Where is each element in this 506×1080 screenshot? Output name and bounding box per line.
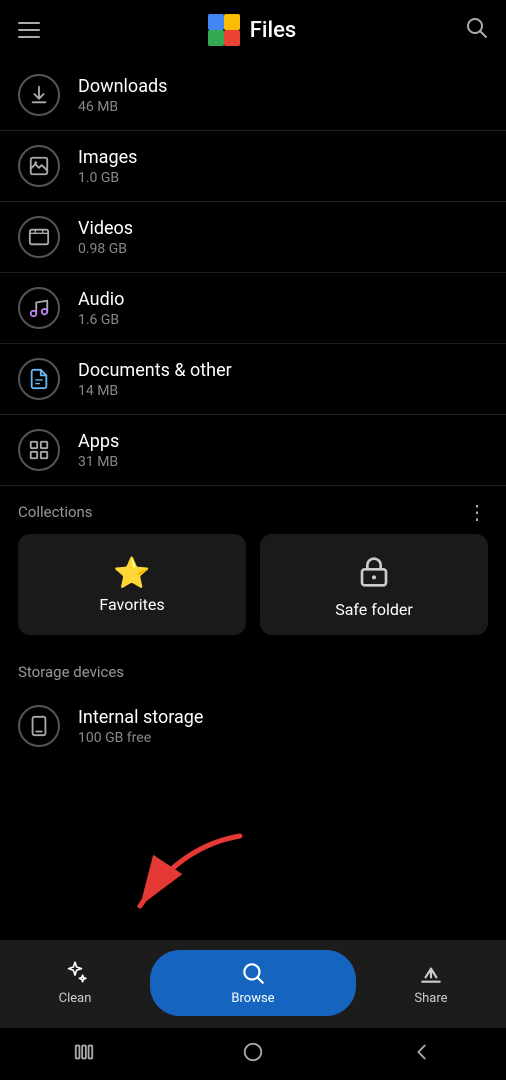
category-name: Videos	[78, 218, 133, 239]
clean-nav-label: Clean	[59, 991, 92, 1006]
share-nav-label: Share	[414, 991, 447, 1006]
lock-icon	[358, 556, 390, 596]
storage-title: Storage devices	[18, 663, 124, 681]
download-icon	[18, 74, 60, 116]
browse-icon	[240, 960, 266, 986]
apps-icon	[18, 429, 60, 471]
storage-free: 100 GB free	[78, 730, 203, 746]
system-navigation-bar	[0, 1028, 506, 1080]
category-name: Images	[78, 147, 137, 168]
collections-title: Collections	[18, 503, 93, 521]
internal-storage-item[interactable]: Internal storage 100 GB free	[0, 691, 506, 761]
collections-more-button[interactable]: ⋮	[467, 500, 488, 524]
storage-name: Internal storage	[78, 707, 203, 728]
category-name: Downloads	[78, 76, 167, 97]
clean-nav-item[interactable]: Clean	[0, 960, 150, 1006]
home-button[interactable]	[242, 1041, 264, 1068]
category-size: 46 MB	[78, 99, 167, 115]
file-category-list: Downloads 46 MB Images 1.0 GB	[0, 60, 506, 486]
star-icon: ⭐	[113, 556, 150, 591]
collections-grid: ⭐ Favorites Safe folder	[0, 534, 506, 649]
images-icon	[18, 145, 60, 187]
app-header: Files	[0, 0, 506, 60]
favorites-card[interactable]: ⭐ Favorites	[18, 534, 246, 635]
category-name: Audio	[78, 289, 124, 310]
storage-header: Storage devices	[0, 649, 506, 691]
category-size: 0.98 GB	[78, 241, 133, 257]
menu-button[interactable]	[18, 22, 40, 38]
list-item[interactable]: Apps 31 MB	[0, 415, 506, 486]
audio-icon	[18, 287, 60, 329]
search-icon[interactable]	[464, 15, 488, 45]
list-item[interactable]: Videos 0.98 GB	[0, 202, 506, 273]
list-item[interactable]: Images 1.0 GB	[0, 131, 506, 202]
recents-button[interactable]	[73, 1041, 95, 1068]
share-icon	[418, 960, 444, 986]
arrow-annotation	[80, 826, 260, 950]
list-item[interactable]: Audio 1.6 GB	[0, 273, 506, 344]
phone-storage-icon	[18, 705, 60, 747]
back-button[interactable]	[411, 1041, 433, 1068]
category-size: 31 MB	[78, 454, 119, 470]
videos-icon	[18, 216, 60, 258]
share-nav-item[interactable]: Share	[356, 960, 506, 1006]
category-size: 1.6 GB	[78, 312, 124, 328]
app-title: Files	[250, 18, 296, 43]
documents-icon	[18, 358, 60, 400]
category-name: Documents & other	[78, 360, 232, 381]
safe-folder-label: Safe folder	[335, 600, 413, 619]
header-title-group: Files	[208, 14, 296, 46]
favorites-label: Favorites	[99, 595, 164, 614]
list-item[interactable]: Downloads 46 MB	[0, 60, 506, 131]
bottom-navigation: Clean Browse Share	[0, 940, 506, 1028]
browse-nav-label: Browse	[231, 991, 274, 1006]
collections-header: Collections ⋮	[0, 486, 506, 534]
category-size: 1.0 GB	[78, 170, 137, 186]
safe-folder-card[interactable]: Safe folder	[260, 534, 488, 635]
sparkles-icon	[62, 960, 88, 986]
category-name: Apps	[78, 431, 119, 452]
browse-nav-item[interactable]: Browse	[150, 950, 356, 1016]
app-logo-icon	[208, 14, 240, 46]
list-item[interactable]: Documents & other 14 MB	[0, 344, 506, 415]
category-size: 14 MB	[78, 383, 232, 399]
